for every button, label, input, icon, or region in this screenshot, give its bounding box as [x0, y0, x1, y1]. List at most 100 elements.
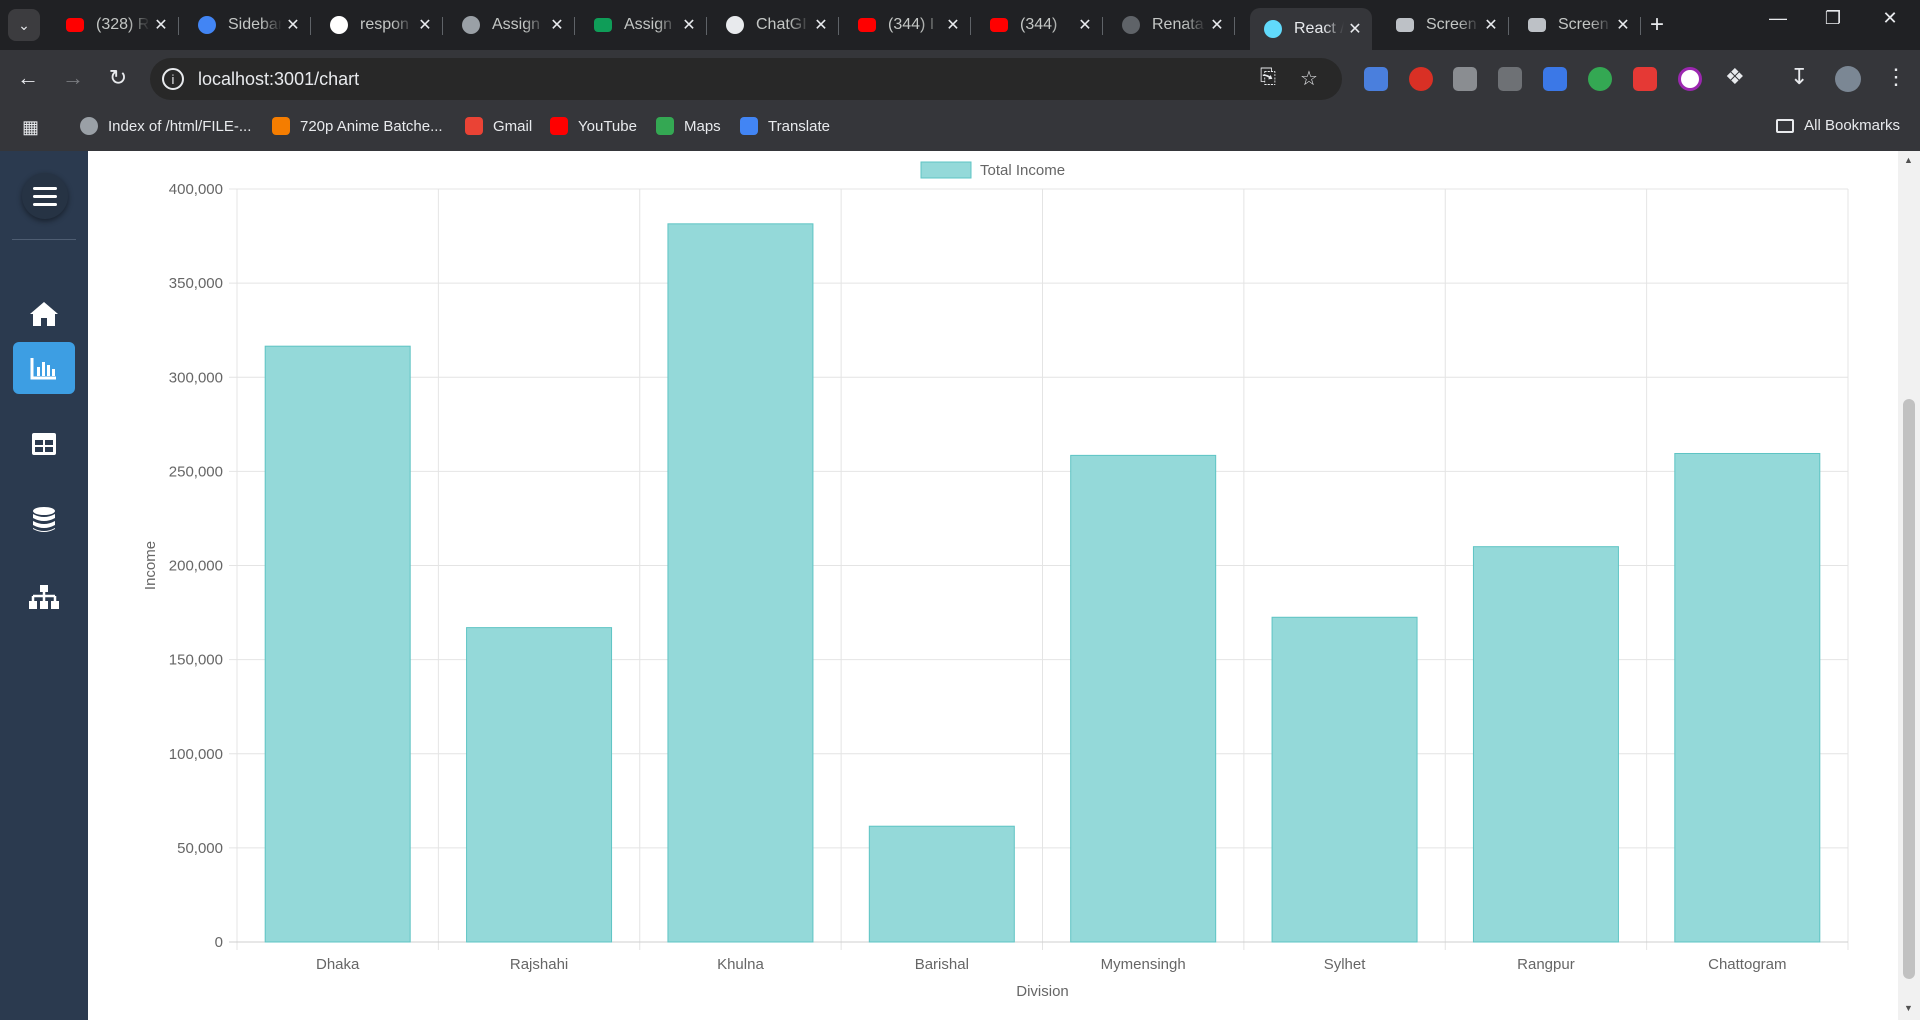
download-icon[interactable]: ↧ [1790, 64, 1808, 90]
youtube-icon [988, 14, 1010, 36]
scroll-down-arrow-icon[interactable]: ▼ [1904, 1003, 1913, 1013]
chart-bar [667, 223, 814, 943]
address-bar[interactable]: i localhost:3001/chart ⎘ ☆ [150, 58, 1342, 100]
browser-tab-title: Assign [624, 16, 673, 33]
browser-tab[interactable]: Assign ✕ [448, 8, 575, 42]
browser-tab-title: Screen [1558, 16, 1609, 33]
chart-bar [1472, 546, 1619, 943]
pencil-extension-icon[interactable] [1543, 67, 1567, 91]
page-scrollbar[interactable]: ▲ ▼ [1898, 151, 1920, 1020]
y-tick-label: 250,000 [169, 463, 223, 480]
browser-tab[interactable]: Renata ✕ [1108, 8, 1235, 42]
bookmark-item[interactable]: Gmail [465, 117, 532, 135]
x-axis-title: Division [1016, 983, 1069, 1000]
sidebar-item-table[interactable] [13, 418, 75, 470]
forward-icon[interactable]: → [58, 65, 88, 91]
bookmark-item[interactable]: Index of /html/FILE-... [80, 117, 251, 135]
profile-avatar[interactable] [1835, 66, 1861, 92]
github-icon [1120, 14, 1142, 36]
browser-tab-title: (344) [1020, 16, 1058, 33]
colorful-extension-icon[interactable] [1588, 67, 1612, 91]
red-extension-icon[interactable] [1633, 67, 1657, 91]
new-tab-icon[interactable]: + [1650, 11, 1664, 39]
browser-tab[interactable]: Screen ✕ [1514, 8, 1641, 42]
x-tick-label: Rajshahi [510, 956, 568, 973]
chart-bar [1271, 616, 1418, 943]
browser-tab-title: respon [360, 16, 409, 33]
address-url: localhost:3001/chart [198, 68, 360, 89]
sidebar-item-database[interactable] [13, 494, 75, 546]
close-tab-icon[interactable]: ✕ [678, 15, 700, 35]
tab-search-icon[interactable]: ⌄ [8, 9, 40, 41]
bookmarks-bar: ▦ Index of /html/FILE-... 720p Anime Batc… [0, 108, 1920, 152]
y-tick-label: 0 [215, 934, 223, 951]
mega-extension-icon[interactable] [1409, 67, 1433, 91]
chart-bar [1070, 454, 1217, 943]
bookmark-item[interactable]: 720p Anime Batche... [272, 117, 443, 135]
robot-extension-icon[interactable] [1498, 67, 1522, 91]
browser-tab[interactable]: (344) ✕ [976, 8, 1103, 42]
restore-icon[interactable]: ❐ [1813, 8, 1853, 29]
bookmark-label: YouTube [578, 117, 637, 135]
sidebar-item-home[interactable] [13, 288, 75, 340]
install-app-icon[interactable]: ⎘ [1260, 66, 1276, 89]
all-bookmarks-button[interactable]: All Bookmarks [1776, 117, 1900, 134]
x-tick-label: Barishal [915, 956, 969, 973]
page-viewport: 0 50,000 100,000 150,000 200,000 250,000 300,0… [0, 151, 1920, 1020]
browser-tab-title: Renata [1152, 16, 1204, 33]
google-translate-extension-icon[interactable] [1364, 67, 1388, 91]
browser-tab[interactable]: respon ✕ [316, 8, 443, 42]
close-tab-icon[interactable]: ✕ [1480, 15, 1502, 35]
reload-icon[interactable]: ↻ [103, 65, 133, 91]
browser-tab-title: (344) I [888, 16, 935, 33]
extensions-puzzle-icon[interactable]: ❖ [1725, 64, 1745, 90]
browser-menu-icon[interactable]: ⋮ [1885, 64, 1907, 90]
y-tick-label: 200,000 [169, 558, 223, 575]
close-window-icon[interactable]: ✕ [1870, 8, 1910, 29]
browser-tab[interactable]: React / ✕ [1250, 8, 1372, 50]
minimize-icon[interactable]: — [1758, 8, 1798, 29]
browser-tab[interactable]: (328) R ✕ [52, 8, 179, 42]
y-tick-label: 400,000 [169, 181, 223, 198]
sidebar-item-sitemap[interactable] [13, 571, 75, 623]
close-tab-icon[interactable]: ✕ [546, 15, 568, 35]
close-tab-icon[interactable]: ✕ [942, 15, 964, 35]
chatgpt-icon [724, 14, 746, 36]
close-tab-icon[interactable]: ✕ [414, 15, 436, 35]
bookmark-label: Gmail [493, 117, 533, 135]
income-chart: 0 50,000 100,000 150,000 200,000 250,000 300,0… [120, 151, 1880, 1020]
scroll-up-arrow-icon[interactable]: ▲ [1904, 155, 1913, 165]
bookmark-label: Maps [684, 117, 721, 135]
apps-grid-icon[interactable]: ▦ [22, 117, 39, 138]
close-tab-icon[interactable]: ✕ [1074, 15, 1096, 35]
google-icon [328, 14, 350, 36]
browser-toolbar: ← → ↻ i localhost:3001/chart ⎘ ☆ [0, 50, 1920, 108]
menu-toggle-icon[interactable] [22, 173, 68, 219]
sidebar-item-chart[interactable] [13, 342, 75, 394]
bookmark-star-icon[interactable]: ☆ [1300, 66, 1318, 91]
close-tab-icon[interactable]: ✕ [1344, 19, 1366, 39]
x-tick-label: Mymensingh [1101, 956, 1186, 973]
close-tab-icon[interactable]: ✕ [150, 15, 172, 35]
bookmark-item[interactable]: Maps [656, 117, 721, 135]
browser-tab[interactable]: Sidebar ✕ [184, 8, 311, 42]
browser-tab[interactable]: Assign ✕ [580, 8, 707, 42]
close-tab-icon[interactable]: ✕ [282, 15, 304, 35]
close-tab-icon[interactable]: ✕ [1206, 15, 1228, 35]
bookmark-item[interactable]: Translate [740, 117, 830, 135]
bookmark-item[interactable]: YouTube [550, 117, 637, 135]
site-info-icon[interactable]: i [162, 68, 184, 90]
google-sheets-icon [592, 14, 614, 36]
ring-extension-icon[interactable] [1678, 67, 1702, 91]
bookmark-label: Index of /html/FILE-... [108, 117, 252, 135]
browser-tab[interactable]: (344) I ✕ [844, 8, 971, 42]
scroll-thumb[interactable] [1903, 399, 1915, 979]
screenshot-extension-icon[interactable] [1453, 67, 1477, 91]
browser-tab[interactable]: Screen ✕ [1382, 8, 1509, 42]
close-tab-icon[interactable]: ✕ [1612, 15, 1634, 35]
gmail-icon [465, 117, 483, 135]
back-icon[interactable]: ← [13, 65, 43, 91]
bookmark-label: 720p Anime Batche... [300, 117, 443, 135]
close-tab-icon[interactable]: ✕ [810, 15, 832, 35]
browser-tab[interactable]: ChatGI ✕ [712, 8, 839, 42]
